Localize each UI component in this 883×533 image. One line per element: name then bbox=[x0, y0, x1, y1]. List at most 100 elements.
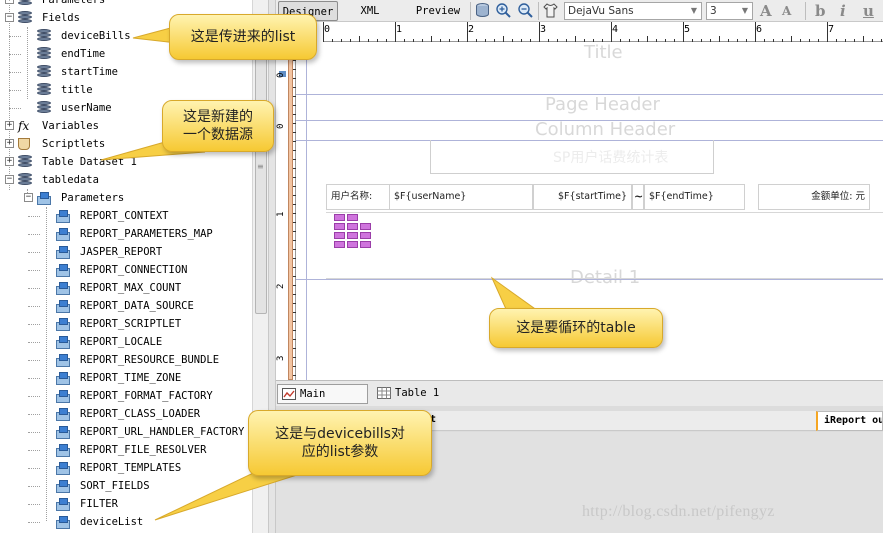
tab-main-report[interactable]: Main report bbox=[277, 384, 368, 418]
expand-icon[interactable]: + bbox=[5, 121, 14, 130]
tree-item-report-connection[interactable]: REPORT_CONNECTION bbox=[0, 261, 252, 279]
ruler-number: 1 bbox=[396, 24, 402, 35]
tree-item-report-resource-bundle[interactable]: REPORT_RESOURCE_BUNDLE bbox=[0, 351, 252, 369]
parameter-icon bbox=[56, 299, 70, 313]
expand-icon[interactable]: + bbox=[5, 157, 14, 166]
database-field-icon bbox=[37, 83, 51, 97]
expand-icon[interactable]: + bbox=[5, 139, 14, 148]
tree-connector bbox=[9, 54, 21, 55]
tree-item-table-dataset-1[interactable]: + Table Dataset 1 bbox=[0, 153, 252, 171]
tree-item-parameters[interactable]: + Parameters bbox=[0, 0, 252, 9]
tree-connector bbox=[28, 342, 40, 343]
tree-item-label: userName bbox=[61, 102, 112, 114]
column-header-title-box[interactable]: SP用户话费统计表 bbox=[430, 140, 714, 174]
tree-item-label: Parameters bbox=[61, 192, 125, 204]
tree-item-title[interactable]: title bbox=[0, 81, 252, 99]
report-tabs: Main report Table 1 bbox=[276, 380, 883, 418]
tree-item-report-locale[interactable]: REPORT_LOCALE bbox=[0, 333, 252, 351]
report-inspector-tree: + Parameters − Fields deviceBills endTime star… bbox=[0, 0, 252, 533]
ruler-number: 0 bbox=[276, 124, 286, 129]
tree-connector bbox=[28, 468, 40, 469]
tree-item-starttime[interactable]: startTime bbox=[0, 63, 252, 81]
collapse-icon[interactable]: − bbox=[24, 193, 33, 202]
font-family-select[interactable]: DejaVu Sans ▼ bbox=[564, 2, 702, 20]
tree-item-report-data-source[interactable]: REPORT_DATA_SOURCE bbox=[0, 297, 252, 315]
preview-tab-button[interactable]: Preview bbox=[410, 1, 466, 21]
tab-table-1[interactable]: Table 1 bbox=[373, 384, 443, 404]
tree-item-label: title bbox=[61, 84, 93, 96]
tree-item-report-templates[interactable]: REPORT_TEMPLATES bbox=[0, 459, 252, 477]
database-field-icon bbox=[37, 29, 51, 43]
database-field-icon bbox=[37, 101, 51, 115]
tree-connector bbox=[28, 504, 40, 505]
tree-item-label: endTime bbox=[61, 48, 106, 60]
tree-connector bbox=[28, 396, 40, 397]
tree-connector bbox=[28, 522, 40, 523]
table-component-icon[interactable] bbox=[334, 214, 374, 258]
tree-item-label: FILTER bbox=[80, 498, 118, 510]
bold-button[interactable]: b bbox=[815, 0, 826, 22]
tree-connector bbox=[28, 234, 40, 235]
font-size-select[interactable]: 3 ▼ bbox=[706, 2, 753, 20]
database-field-icon bbox=[18, 0, 32, 7]
parameter-icon bbox=[56, 281, 70, 295]
zoom-out-icon[interactable] bbox=[517, 2, 534, 19]
user-name-label[interactable]: 用户名称: bbox=[326, 184, 389, 210]
tree-item-report-class-loader[interactable]: REPORT_CLASS_LOADER bbox=[0, 405, 252, 423]
tree-item-tabledata[interactable]: − tabledata bbox=[0, 171, 252, 189]
band-separator bbox=[296, 279, 883, 280]
collapse-icon[interactable]: − bbox=[5, 13, 14, 22]
ruler-number: 6 bbox=[756, 24, 762, 35]
amount-unit-label[interactable]: 金额单位: 元 bbox=[758, 184, 870, 210]
ireport-output-tab[interactable]: iReport output bbox=[816, 411, 883, 431]
tree-item-devicelist[interactable]: deviceList bbox=[0, 513, 252, 531]
vertical-ruler: 0 0 1 2 3 bbox=[276, 42, 296, 380]
tilde-label[interactable]: ~ bbox=[632, 184, 644, 210]
zoom-in-icon[interactable] bbox=[495, 2, 512, 19]
database-icon[interactable] bbox=[474, 2, 491, 19]
parameter-icon bbox=[56, 407, 70, 421]
tree-item-report-url-handler-factory[interactable]: REPORT_URL_HANDLER_FACTORY bbox=[0, 423, 252, 441]
ruler-number: 3 bbox=[276, 356, 286, 361]
italic-button[interactable]: i bbox=[840, 0, 846, 22]
parameter-icon bbox=[56, 245, 70, 259]
increase-font-icon[interactable]: A bbox=[760, 0, 772, 22]
tree-item-filter[interactable]: FILTER bbox=[0, 495, 252, 513]
tree-item-parameters[interactable]: − Parameters bbox=[0, 189, 252, 207]
decrease-font-icon[interactable]: A bbox=[782, 0, 791, 22]
tree-item-report-max-count[interactable]: REPORT_MAX_COUNT bbox=[0, 279, 252, 297]
tree-item-label: REPORT_DATA_SOURCE bbox=[80, 300, 194, 312]
tree-item-label: Fields bbox=[42, 12, 80, 24]
tree-item-jasper-report[interactable]: JASPER_REPORT bbox=[0, 243, 252, 261]
tree-connector bbox=[28, 486, 40, 487]
tree-connector bbox=[28, 252, 40, 253]
user-name-field[interactable]: $F{userName} bbox=[389, 184, 533, 210]
end-time-field[interactable]: $F{endTime} bbox=[644, 184, 745, 210]
tree-item-report-file-resolver[interactable]: REPORT_FILE_RESOLVER bbox=[0, 441, 252, 459]
tree-connector bbox=[28, 414, 40, 415]
tree-item-label: Table Dataset 1 bbox=[42, 156, 137, 168]
designer-toolbar: Designer XML Preview DejaVu Sans ▼ 3 ▼ A… bbox=[276, 0, 883, 22]
shirt-style-icon[interactable] bbox=[542, 2, 559, 19]
ruler-number: 0 bbox=[276, 73, 286, 78]
tree-item-label: deviceBills bbox=[61, 30, 131, 42]
tree-connector bbox=[28, 324, 40, 325]
callout-passed-list: 这是传进来的list bbox=[169, 14, 317, 60]
database-field-icon bbox=[37, 65, 51, 79]
tree-item-label: startTime bbox=[61, 66, 118, 78]
tree-item-report-scriptlet[interactable]: REPORT_SCRIPTLET bbox=[0, 315, 252, 333]
expand-icon[interactable]: + bbox=[5, 0, 14, 4]
collapse-icon[interactable]: − bbox=[5, 175, 14, 184]
tree-item-label: REPORT_PARAMETERS_MAP bbox=[80, 228, 213, 240]
tree-item-report-context[interactable]: REPORT_CONTEXT bbox=[0, 207, 252, 225]
xml-tab-button[interactable]: XML bbox=[352, 1, 388, 21]
tree-item-report-time-zone[interactable]: REPORT_TIME_ZONE bbox=[0, 369, 252, 387]
tree-item-sort-fields[interactable]: SORT_FIELDS bbox=[0, 477, 252, 495]
tree-connector bbox=[28, 378, 40, 379]
start-time-field[interactable]: $F{startTime} bbox=[533, 184, 632, 210]
tree-item-report-format-factory[interactable]: REPORT_FORMAT_FACTORY bbox=[0, 387, 252, 405]
tree-item-report-parameters-map[interactable]: REPORT_PARAMETERS_MAP bbox=[0, 225, 252, 243]
scrollbar-thumb[interactable] bbox=[255, 30, 267, 314]
parameter-icon bbox=[56, 209, 70, 223]
underline-button[interactable]: u bbox=[863, 0, 874, 22]
